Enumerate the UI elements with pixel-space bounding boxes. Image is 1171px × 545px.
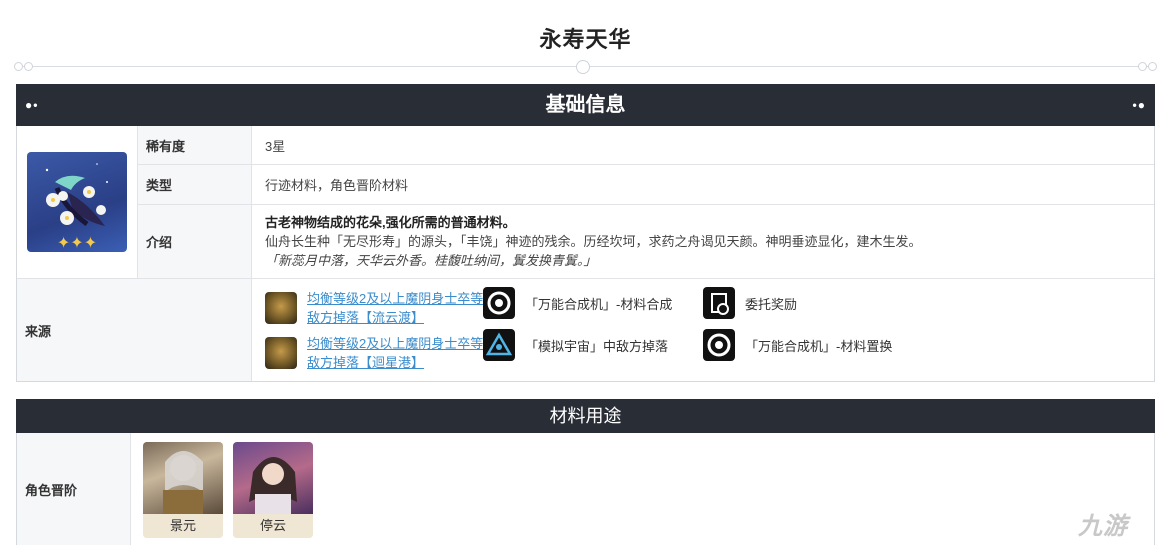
- character-name: 停云: [233, 514, 313, 538]
- intro-value: 古老神物结成的花朵,强化所需的普通材料。 仙舟长生种「无尽形寿」的源头，「丰饶」…: [252, 205, 1154, 279]
- source-label: 来源: [17, 279, 252, 381]
- item-image: ✦✦✦: [27, 152, 127, 252]
- svg-text:✦✦✦: ✦✦✦: [57, 233, 97, 252]
- intro-summary: 古老神物结成的花朵,强化所需的普通材料。: [265, 215, 516, 230]
- source-text: 委托奖励: [745, 296, 798, 312]
- intro-quote: 「新蕊月中落，天华云外香。桂馥吐纳间，鬒发换青鬒。」: [265, 253, 597, 268]
- synthesizer-icon: [483, 287, 515, 319]
- type-label: 类型: [138, 165, 252, 205]
- basic-info-table: ✦✦✦ 稀有度 3星 类型 行迹材料，角色晋阶材料 介绍 古老神物结成的花朵,强…: [16, 126, 1155, 382]
- usage-label: 角色晋阶: [17, 433, 131, 545]
- source-item-enemy-drop-2[interactable]: 均衡等级2及以上魔阴身士卒等敌方掉落【迴星港】: [265, 334, 487, 372]
- title-divider: [14, 60, 1157, 74]
- decor-dots-icon: •●: [1132, 98, 1146, 112]
- enemy-icon: [265, 292, 297, 324]
- character-name: 景元: [143, 514, 223, 538]
- source-item-enemy-drop-1[interactable]: 均衡等级2及以上魔阴身士卒等敌方掉落【流云渡】: [265, 289, 487, 327]
- character-card-tingyun[interactable]: 停云: [233, 442, 313, 538]
- character-portrait: [143, 442, 223, 514]
- source-item-simulated-universe: 「模拟宇宙」中敌方掉落: [483, 329, 668, 361]
- simulated-universe-icon: [483, 329, 515, 361]
- basic-info-header: ●• 基础信息 •●: [16, 84, 1155, 126]
- rarity-value: 3星: [252, 126, 1154, 165]
- watermark-logo: 九游: [1078, 513, 1128, 540]
- source-item-exchange: 「万能合成机」-材料置换: [703, 329, 892, 361]
- usage-table: 角色晋阶 景元 停云: [16, 433, 1155, 545]
- source-item-assignment: 委托奖励: [703, 287, 797, 319]
- source-text: 「万能合成机」-材料置换: [745, 338, 893, 354]
- decor-dots-icon: ●•: [25, 98, 39, 112]
- character-portrait: [233, 442, 313, 514]
- source-link[interactable]: 均衡等级2及以上魔阴身士卒等敌方掉落【迴星港】: [307, 334, 487, 372]
- source-text: 「万能合成机」-材料合成: [525, 296, 673, 312]
- source-link[interactable]: 均衡等级2及以上魔阴身士卒等敌方掉落【流云渡】: [307, 289, 487, 327]
- source-item-synthesis: 「万能合成机」-材料合成: [483, 287, 672, 319]
- intro-label: 介绍: [138, 205, 252, 279]
- intro-text: 仙舟长生种「无尽形寿」的源头，「丰饶」神迹的残余。历经坎坷，求药之舟谒见天颜。神…: [265, 234, 922, 249]
- page-title: 永寿天华: [539, 27, 632, 52]
- rarity-label: 稀有度: [138, 126, 252, 165]
- type-value: 行迹材料，角色晋阶材料: [252, 165, 1154, 205]
- item-image-cell: ✦✦✦: [17, 126, 138, 279]
- source-text: 「模拟宇宙」中敌方掉落: [525, 338, 669, 354]
- enemy-icon: [265, 337, 297, 369]
- synthesizer-icon: [703, 329, 735, 361]
- usage-header: 材料用途: [16, 399, 1155, 433]
- assignment-icon: [703, 287, 735, 319]
- basic-info-title: 基础信息: [545, 94, 626, 116]
- character-card-jingyuan[interactable]: 景元: [143, 442, 223, 538]
